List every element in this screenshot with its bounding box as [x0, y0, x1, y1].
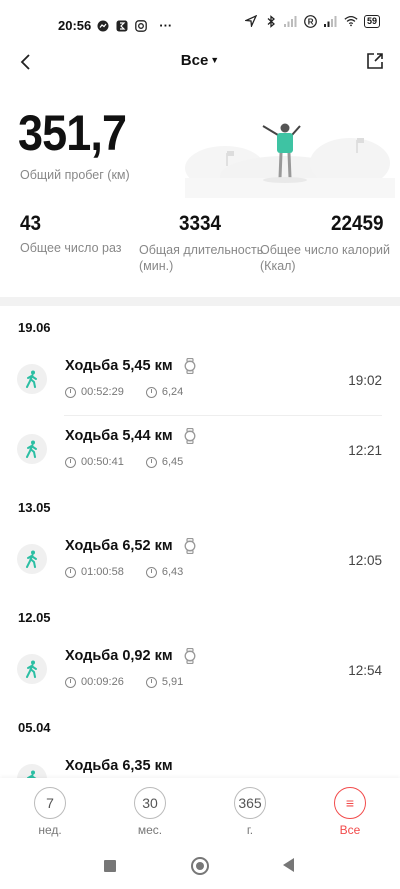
- clock: 20:56: [58, 18, 92, 33]
- period-selector[interactable]: Все ▼: [160, 52, 240, 69]
- clock-icon: [65, 676, 76, 688]
- stat-calories: 22459 Общее число калорий (Ккал): [260, 212, 390, 274]
- activity-time: 19:02: [348, 373, 382, 388]
- roaming-icon: R: [304, 14, 318, 28]
- tab-month-label: мес.: [137, 823, 163, 837]
- walking-icon: [17, 654, 47, 684]
- tab-week[interactable]: 7 нед.: [0, 778, 100, 844]
- home-button[interactable]: [191, 857, 209, 875]
- signal-icon: [283, 14, 298, 28]
- period-selector-label: Все: [180, 52, 209, 69]
- battery-indicator: 59: [363, 14, 380, 28]
- date-header: 19.06: [18, 320, 51, 335]
- activity-title: Ходьба 5,44 км: [65, 428, 173, 444]
- share-icon: [367, 53, 383, 69]
- activity-title: Ходьба 0,92 км: [65, 648, 173, 664]
- pace-icon: [145, 676, 157, 688]
- tab-all-label: Все: [339, 823, 361, 837]
- pace-icon: [145, 456, 157, 468]
- activity-time: 12:54: [348, 663, 382, 678]
- svg-text:R: R: [308, 17, 314, 26]
- app-icon: [115, 19, 129, 33]
- activity-meta: 00:09:26 5,91: [65, 676, 183, 688]
- activity-title: Ходьба 5,45 км: [65, 358, 173, 374]
- back-button[interactable]: [14, 50, 38, 74]
- watch-icon: [183, 537, 197, 555]
- total-distance-label: Общий пробег (км): [20, 168, 130, 182]
- activity-meta: 00:50:41 6,45: [65, 456, 183, 468]
- wifi-icon: [344, 14, 358, 28]
- signal-icon-2: [323, 14, 338, 28]
- tab-all[interactable]: ≡ Все: [300, 778, 400, 844]
- stat-calories-label: Общее число калорий (Ккал): [260, 243, 391, 273]
- chevron-left-icon: [20, 54, 30, 70]
- activity-row[interactable]: Ходьба 0,92 км 00:09:26 5,91 12:54: [0, 636, 400, 706]
- stat-count-value: 43: [20, 212, 42, 235]
- watch-icon: [183, 647, 197, 665]
- watch-icon: [183, 357, 197, 375]
- walking-icon: [17, 364, 47, 394]
- stat-count-label: Общее число раз: [20, 241, 122, 255]
- date-header: 12.05: [18, 610, 51, 625]
- instagram-icon: [134, 19, 148, 33]
- status-bar: 20:56 ··· R 59: [0, 0, 400, 40]
- hero-illustration: [185, 118, 395, 198]
- activity-pace: 6,24: [161, 386, 184, 398]
- section-divider: [0, 297, 400, 306]
- activity-row[interactable]: Ходьба 5,45 км 00:52:29 6,24 19:02: [0, 346, 400, 416]
- menu-icon: ≡: [334, 787, 366, 819]
- clock-icon: [65, 566, 76, 578]
- activity-row[interactable]: Ходьба 6,52 км 01:00:58 6,43 12:05: [0, 526, 400, 596]
- messenger-icon: [96, 19, 110, 33]
- system-navigation-bar: [0, 844, 400, 889]
- activity-list: 19.06 Ходьба 5,45 км 00:52:29 6,24 19:02…: [0, 306, 400, 816]
- tab-week-icon: 7: [34, 787, 66, 819]
- pace-icon: [145, 386, 157, 398]
- activity-meta: 01:00:58 6,43: [65, 566, 183, 578]
- caret-down-icon: ▼: [210, 55, 220, 65]
- tab-year-label: г.: [246, 823, 254, 837]
- tab-month-icon: 30: [134, 787, 166, 819]
- recents-button[interactable]: [104, 860, 116, 872]
- pace-icon: [145, 566, 157, 578]
- stat-calories-value: 22459: [331, 212, 384, 235]
- bluetooth-icon: [264, 14, 278, 28]
- app-header: Все ▼: [0, 44, 400, 78]
- activity-duration: 00:50:41: [81, 456, 124, 468]
- system-back-button[interactable]: [283, 858, 294, 872]
- watch-icon: [183, 427, 197, 445]
- stat-count: 43 Общее число раз: [20, 212, 140, 256]
- stat-duration-value: 3334: [179, 212, 222, 235]
- activity-duration: 00:52:29: [81, 386, 124, 398]
- activity-pace: 5,91: [161, 676, 184, 688]
- activity-title: Ходьба 6,35 км: [65, 758, 173, 774]
- activity-title: Ходьба 6,52 км: [65, 538, 173, 554]
- activity-pace: 6,43: [161, 566, 184, 578]
- activity-row[interactable]: Ходьба 5,44 км 00:50:41 6,45 12:21: [0, 416, 400, 486]
- clock-icon: [65, 386, 76, 398]
- walking-icon: [17, 544, 47, 574]
- tab-year[interactable]: 365 г.: [200, 778, 300, 844]
- activity-duration: 00:09:26: [81, 676, 124, 688]
- clock-icon: [65, 456, 76, 468]
- tab-week-label: нед.: [38, 823, 62, 837]
- location-icon: [244, 14, 258, 28]
- period-tab-bar: 7 нед. 30 мес. 365 г. ≡ Все: [0, 778, 400, 844]
- more-notifications: ···: [159, 18, 173, 33]
- tab-month[interactable]: 30 мес.: [100, 778, 200, 844]
- activity-time: 12:21: [348, 443, 382, 458]
- share-button[interactable]: [364, 50, 386, 72]
- date-header: 13.05: [18, 500, 51, 515]
- total-distance-value: 351,7: [18, 105, 127, 161]
- stat-duration: 3334 Общая длительность (мин.): [139, 212, 264, 274]
- stat-duration-label: Общая длительность (мин.): [139, 243, 264, 273]
- activity-pace: 6,45: [161, 456, 184, 468]
- activity-meta: 00:52:29 6,24: [65, 386, 183, 398]
- walking-icon: [17, 434, 47, 464]
- activity-time: 12:05: [348, 553, 382, 568]
- tab-year-icon: 365: [234, 787, 266, 819]
- activity-duration: 01:00:58: [81, 566, 124, 578]
- date-header: 05.04: [18, 720, 51, 735]
